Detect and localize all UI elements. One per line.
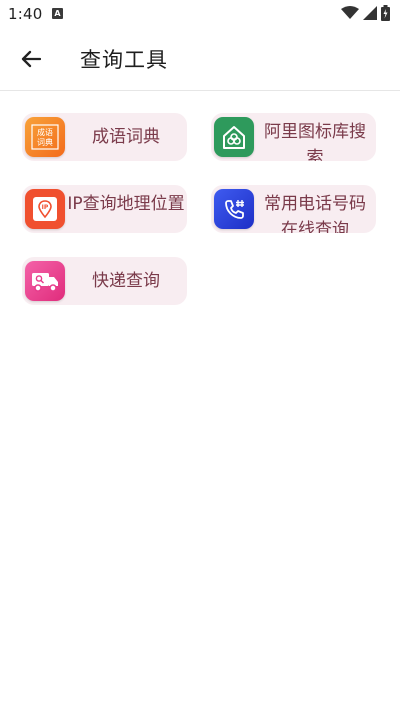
wifi-icon bbox=[341, 6, 359, 19]
page-title: 查询工具 bbox=[80, 48, 168, 72]
delivery-truck-icon bbox=[25, 261, 65, 301]
status-time: 1:40 bbox=[8, 5, 43, 23]
phone-number-icon bbox=[214, 189, 254, 229]
status-bar: 1:40 A bbox=[0, 0, 400, 28]
battery-charging-icon bbox=[381, 5, 390, 21]
aliicon-house-icon bbox=[214, 117, 254, 157]
tool-label: IP查询地理位置 bbox=[67, 194, 185, 214]
tool-label: 快递查询 bbox=[92, 271, 160, 291]
arrow-back-icon bbox=[21, 50, 41, 68]
tool-label: 阿里图标库搜索 bbox=[264, 122, 366, 161]
ip-icon-text: IP bbox=[42, 204, 49, 211]
idiom-icon-text-top: 成语 bbox=[37, 127, 53, 137]
notification-a-icon: A bbox=[52, 8, 63, 19]
tool-label: 常用电话号码在线查询 bbox=[264, 194, 366, 233]
tool-card-express-delivery[interactable]: 快递查询 bbox=[22, 257, 187, 305]
status-icons bbox=[341, 5, 390, 21]
tool-card-ali-icon-search[interactable]: 阿里图标库搜索 bbox=[211, 113, 376, 161]
tool-card-ip-location[interactable]: IP IP查询地理位置 bbox=[22, 185, 187, 233]
tool-card-phone-number[interactable]: 常用电话号码在线查询 bbox=[211, 185, 376, 233]
app-bar: 查询工具 bbox=[0, 28, 400, 91]
idiom-icon-text-bottom: 词典 bbox=[37, 137, 53, 147]
tool-card-idiom-dictionary[interactable]: 成语 词典 成语词典 bbox=[22, 113, 187, 161]
back-button[interactable] bbox=[14, 42, 48, 76]
ip-location-pin-icon: IP bbox=[25, 189, 65, 229]
cellular-signal-icon bbox=[363, 6, 377, 20]
tool-label: 成语词典 bbox=[92, 127, 160, 147]
idiom-dictionary-icon: 成语 词典 bbox=[25, 117, 65, 157]
